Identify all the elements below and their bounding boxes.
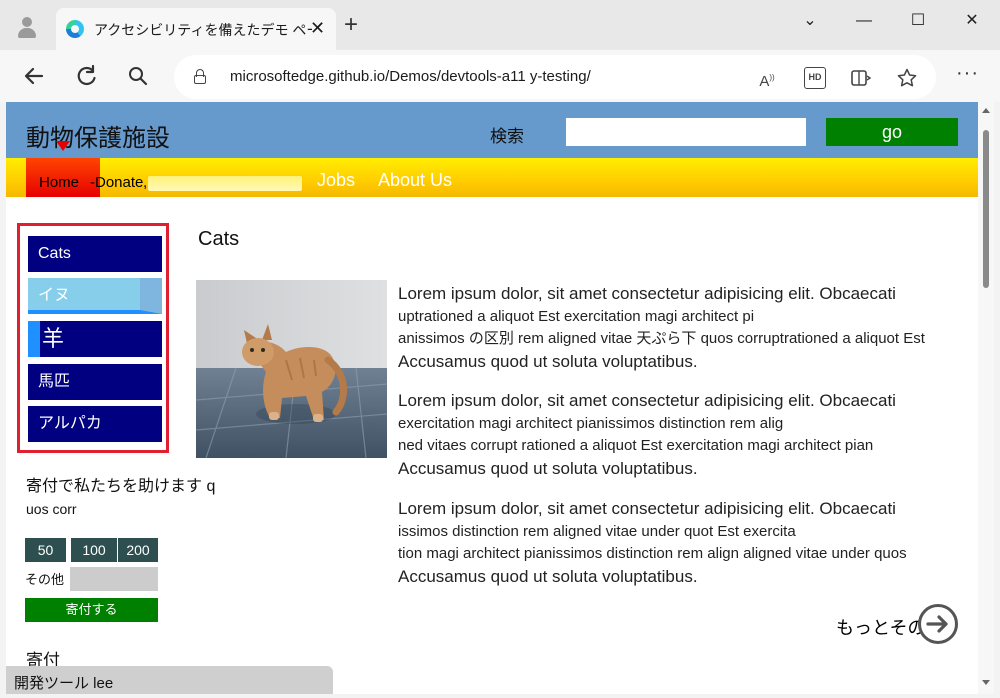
page-viewport: 動物保護施設 検索 go Home -Donate , Jobs About U… — [6, 102, 978, 694]
paragraph-line: Accusamus quod ut soluta voluptatibus. — [398, 352, 698, 371]
paragraph-line: uptrationed a aliquot Est exercitation m… — [398, 308, 755, 325]
site-title: 動物保護施設 — [26, 125, 170, 152]
browser-tab-strip: アクセシビリティを備えたデモ ページは ✕ + ⌄ — ☐ ✕ — [0, 0, 1000, 50]
browser-toolbar: microsoftedge.github.io/Demos/devtools-a… — [0, 50, 1000, 102]
paragraph-line: Lorem ipsum dolor, sit amet consectetur … — [398, 391, 896, 410]
other-amount-input[interactable] — [70, 567, 158, 591]
paragraph-line: Accusamus quod ut soluta voluptatibus. — [398, 567, 698, 586]
search-label: 検索 — [490, 127, 524, 146]
lock-body — [194, 75, 206, 84]
search-input[interactable] — [566, 118, 806, 146]
nav-donate-link[interactable]: -Donate — [90, 174, 143, 191]
settings-more-icon[interactable]: ··· — [956, 62, 979, 85]
immersive-reader-icon[interactable] — [850, 67, 872, 89]
tab-close-icon[interactable]: ✕ — [310, 18, 325, 39]
paragraph-line: tion magi architect pianissimos distinct… — [398, 545, 907, 562]
nav-jobs-link[interactable]: Jobs — [317, 170, 355, 191]
hd-icon[interactable]: HD — [804, 67, 826, 89]
tab-actions-chevron-icon[interactable]: ⌄ — [790, 8, 830, 34]
paragraph-line: exercitation magi architect pianissimos … — [398, 415, 784, 432]
paragraph-line: issimos distinction rem aligned vitae un… — [398, 523, 796, 540]
paragraph-line: ned vitaes corrupt rationed a aliquot Es… — [398, 437, 874, 454]
address-bar[interactable]: microsoftedge.github.io/Demos/devtools-a… — [174, 55, 936, 99]
content-paragraph: Lorem ipsum dolor, sit amet consectetur … — [398, 497, 978, 589]
donate-text-line: 寄付で私たちを助けます q — [26, 478, 216, 495]
paragraph-line: Lorem ipsum dolor, sit amet consectetur … — [398, 284, 896, 303]
paragraph-line: Accusamus quod ut soluta voluptatibus. — [398, 459, 698, 478]
nav-about-link[interactable]: About Us — [378, 170, 452, 191]
site-header: 動物保護施設 検索 go — [6, 102, 978, 158]
edge-favicon-icon — [66, 20, 84, 38]
site-navigation: Home -Donate , Jobs About Us — [6, 158, 978, 197]
sidebar-item-sheep[interactable]: 羊 — [28, 321, 162, 357]
paragraph-line: anissimos の区別 rem aligned vitae 天ぷら下 quo… — [398, 330, 925, 347]
go-button[interactable]: go — [826, 118, 958, 146]
paragraph-line: Lorem ipsum dolor, sit amet consectetur … — [398, 499, 896, 518]
content-paragraph: Lorem ipsum dolor, sit amet consectetur … — [398, 389, 978, 481]
close-window-icon[interactable]: ✕ — [952, 8, 992, 34]
url-text[interactable]: microsoftedge.github.io/Demos/devtools-a… — [230, 68, 591, 85]
profile-icon[interactable] — [14, 14, 40, 40]
sidebar-item-horses[interactable]: 馬匹 — [28, 364, 162, 400]
sidebar-item-cats[interactable]: Cats — [28, 236, 162, 272]
donate-amount-50-button[interactable]: 50 — [25, 538, 66, 562]
nav-empty-link[interactable] — [148, 176, 302, 191]
donate-amount-100-button[interactable]: 100 — [71, 538, 117, 562]
tab-title: アクセシビリティを備えたデモ ページは — [94, 22, 312, 38]
donate-text-line: uos corr — [26, 501, 77, 517]
nav-active-indicator — [56, 141, 70, 151]
cat-photo — [196, 280, 387, 458]
maximize-icon[interactable]: ☐ — [898, 8, 938, 34]
page-title: Cats — [198, 228, 240, 250]
profile-body — [18, 28, 36, 38]
scroll-down-icon[interactable] — [982, 680, 990, 685]
sidebar-item-dogs[interactable]: イヌ — [28, 278, 162, 314]
scroll-up-icon[interactable] — [982, 108, 990, 113]
lock-icon[interactable] — [194, 69, 206, 84]
cat-photo-illustration — [196, 280, 387, 458]
more-link[interactable]: もっとその — [836, 614, 925, 640]
page-scrollbar[interactable] — [978, 102, 994, 694]
new-tab-icon[interactable]: + — [344, 13, 358, 37]
scrollbar-thumb[interactable] — [983, 130, 989, 288]
refresh-icon[interactable] — [72, 62, 100, 90]
donate-amount-200-button[interactable]: 200 — [118, 538, 158, 562]
content-paragraph: Lorem ipsum dolor, sit amet consectetur … — [398, 282, 978, 374]
nav-home-link[interactable]: Home — [39, 174, 79, 191]
devtools-label: 開発ツール lee — [14, 675, 114, 692]
other-amount-label: その他 — [25, 572, 65, 587]
donate-description: 寄付で私たちを助けます q uos corr — [26, 476, 215, 520]
read-aloud-icon[interactable]: A)) — [756, 67, 778, 90]
favorites-star-icon[interactable] — [896, 67, 918, 89]
minimize-icon[interactable]: — — [844, 8, 884, 34]
search-icon[interactable] — [124, 62, 152, 90]
arrow-right-circle-icon[interactable] — [918, 604, 958, 644]
browser-tab[interactable]: アクセシビリティを備えたデモ ページは ✕ — [56, 8, 336, 50]
back-icon[interactable] — [20, 62, 48, 90]
donate-submit-button[interactable]: 寄付する — [25, 598, 158, 622]
profile-head — [22, 17, 32, 27]
sidebar-item-alpacas[interactable]: アルパカ — [28, 406, 162, 442]
devtools-bar[interactable]: 開発ツール lee — [6, 666, 333, 694]
sidebar-highlight-box: Cats イヌ 羊 馬匹 アルパカ — [17, 223, 169, 453]
nav-separator: , — [143, 174, 148, 191]
